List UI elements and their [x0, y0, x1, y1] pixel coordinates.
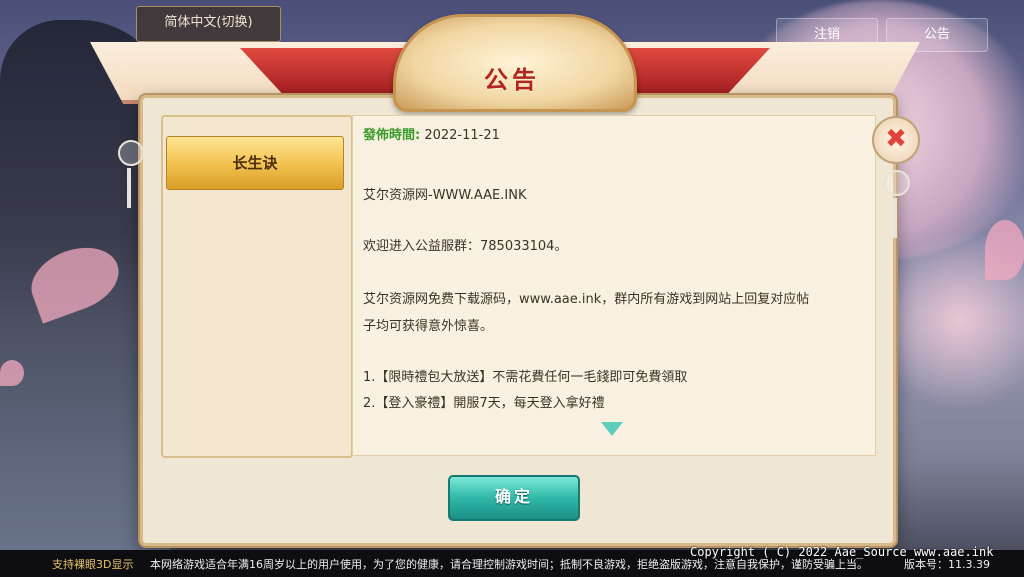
petal-decoration — [985, 220, 1024, 280]
publish-date: 發佈時間: 2022-11-21 — [363, 124, 500, 143]
content-line: 子均可获得意外惊喜。 — [363, 319, 494, 334]
content-line: 艾尔资源网免费下载源码，www.aae.ink，群内所有游戏到网站上回复对应帖 — [363, 292, 810, 307]
publish-date-label: 發佈時間: — [363, 128, 421, 143]
close-icon[interactable]: ✖ — [872, 116, 920, 164]
language-switch-button[interactable]: 简体中文(切换) — [136, 6, 281, 42]
confirm-button[interactable]: 确定 — [448, 475, 580, 521]
content-line: 艾尔资源网-WWW.AAE.INK — [363, 188, 527, 203]
content-line: 欢迎进入公益服群：785033104。 — [363, 239, 568, 254]
content-line: 2.【登入豪禮】開服7天，每天登入拿好禮 — [363, 396, 605, 411]
copyright-watermark: Copyright ( C) 2022 Aae_Source www.aae.i… — [690, 545, 994, 559]
right-pendant-decoration — [884, 170, 910, 240]
panel-title: 公告 — [484, 66, 540, 94]
left-pendant-decoration — [118, 140, 144, 210]
naked-eye-3d-label: 支持裸眼3D显示 — [52, 558, 134, 571]
publish-date-value: 2022-11-21 — [424, 128, 500, 143]
scroll-down-icon[interactable] — [601, 422, 623, 436]
petal-decoration — [0, 360, 24, 386]
game-list-item[interactable]: 长生诀 — [166, 136, 344, 190]
content-line: 1.【限時禮包大放送】不需花費任何一毛錢即可免費領取 — [363, 370, 688, 385]
announcement-content[interactable]: 發佈時間: 2022-11-21 艾尔资源网-WWW.AAE.INK 欢迎进入公… — [352, 115, 876, 456]
